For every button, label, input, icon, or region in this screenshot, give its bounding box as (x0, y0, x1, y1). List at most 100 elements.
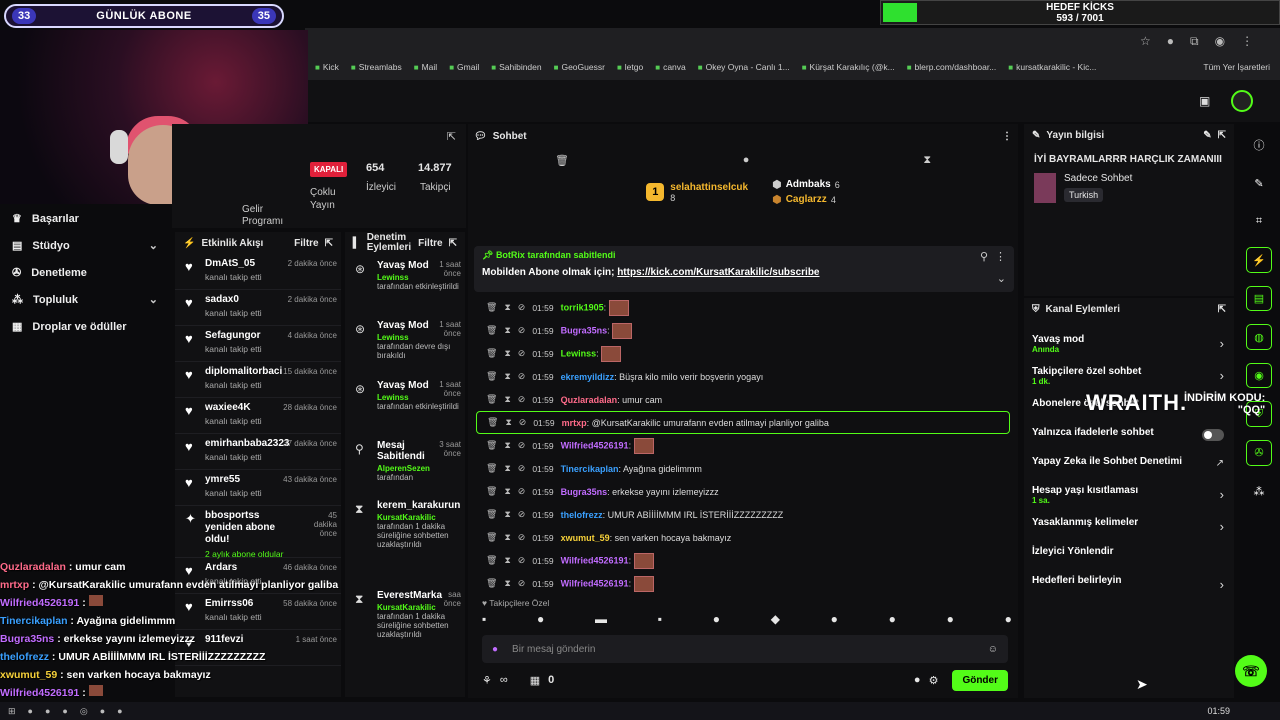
chat-message[interactable]: 🗑︎ ⧗ ⊘ 01:59 thelofrezz: UMUR ABİİİİMMM IRL … (468, 503, 1018, 526)
chat-message[interactable]: 🗑︎ ⧗ ⊘ 01:59 ekremyildizz: Büşra kilo milo v… (468, 365, 1018, 388)
mod-action-row[interactable]: ⧗ EverestMarka KursatKarakilic tarafından 1… (345, 584, 465, 674)
channel-action-row[interactable]: Takipçilere özel sohbet 1 dk. › (1024, 360, 1234, 392)
ban-icon[interactable]: ⊘ (518, 325, 526, 336)
delete-icon[interactable]: 🗑︎ (486, 325, 497, 336)
bookmark-item[interactable]: blerp.com/dashboar... (907, 62, 997, 72)
activity-row[interactable]: ♥ DmAtS_05 kanalı takip etti 2 dakika önce (175, 254, 341, 290)
timeout-icon[interactable]: ⧗ (504, 371, 510, 382)
bookmark-item[interactable]: canva (655, 62, 686, 72)
channel-action-row[interactable]: Hedefleri belirleyin › (1024, 569, 1234, 598)
pin-icon[interactable]: ⚲ (980, 250, 988, 263)
menu-icon[interactable]: ⋮ (1241, 34, 1253, 49)
chat-bubble-icon[interactable]: ● (743, 154, 750, 166)
mod-action-row[interactable]: ⚲ Mesaj Sabitlendi AlperenSezen tarafından 3… (345, 434, 465, 494)
ban-icon[interactable]: ⊘ (518, 509, 526, 520)
timeout-icon[interactable]: ⧗ (504, 325, 510, 336)
emote-icon[interactable]: ● (1005, 612, 1012, 626)
chevron-right-icon[interactable]: › (1220, 519, 1224, 534)
ban-icon[interactable]: ⊘ (518, 578, 526, 589)
nav-item-1[interactable]: ▤ Stüdyo ⌄ (0, 232, 172, 259)
mod-action-row[interactable]: ⊛ Yavaş Mod Lewinss tarafından etkinleştiri… (345, 374, 465, 434)
mod-action-row[interactable]: ⧗ kerem_karakurun KursatKarakilic tarafında… (345, 494, 465, 584)
gift-icon[interactable]: ⚘ (482, 674, 492, 687)
ban-icon[interactable]: ⊘ (519, 417, 527, 428)
delete-icon[interactable]: 🗑︎ (486, 578, 497, 589)
emoji-icon[interactable]: ☺ (988, 644, 998, 655)
ban-icon[interactable]: ⊘ (518, 394, 526, 405)
message-username[interactable]: xwumut_59 (561, 533, 610, 543)
delete-icon[interactable]: 🗑︎ (487, 417, 498, 428)
popout-icon[interactable]: ⇱ (449, 238, 457, 249)
chat-message[interactable]: 🗑︎ ⧗ ⊘ 01:59 Lewinss: (468, 342, 1018, 365)
multistream-label[interactable]: Çoklu Yayın (310, 186, 346, 212)
bookmark-item[interactable]: kursatkarakilic - Kic... (1008, 62, 1096, 72)
timeout-icon[interactable]: ⧗ (504, 463, 510, 474)
message-username[interactable]: Bugra35ns (561, 325, 608, 335)
activity-row[interactable]: ♥ sadax0 kanalı takip etti 2 dakika önce (175, 290, 341, 326)
chat-settings-icon[interactable]: ● (914, 674, 921, 686)
popout-icon[interactable]: ⇱ (1218, 130, 1226, 141)
delete-icon[interactable]: 🗑︎ (486, 509, 497, 520)
activity-row[interactable]: ✦ bbosportss yeniden abone oldu! 2 aylık a… (175, 506, 341, 559)
popout-icon[interactable]: ⇱ (447, 130, 456, 143)
app-icon[interactable]: ● (117, 706, 122, 716)
emote-only-toggle[interactable] (1202, 429, 1224, 441)
timeout-icon[interactable]: ⧗ (504, 555, 510, 566)
leaderboard-entry[interactable]: ⬢ Caglarzz 4 (772, 193, 840, 206)
extension-icon[interactable]: ● (1167, 34, 1174, 49)
broadcast-icon[interactable]: ◉ (1246, 362, 1272, 389)
puzzle-icon[interactable]: ⧉ (1190, 34, 1199, 49)
activity-row[interactable]: ♥ Sefagungor kanalı takip etti 4 dakika önc… (175, 326, 341, 362)
bookmark-item[interactable]: Kick (315, 62, 339, 72)
help-button[interactable]: ☏ (1235, 655, 1267, 687)
focus-icon[interactable]: ⌗ (1246, 209, 1272, 234)
channel-action-row[interactable]: Yavaş mod Anında › (1024, 328, 1234, 360)
ban-icon[interactable]: ⊘ (518, 486, 526, 497)
app-icon[interactable]: ● (62, 706, 67, 716)
message-username[interactable]: Wilfried4526191 (561, 578, 629, 588)
channel-action-row[interactable]: Yalnızca ifadelerle sohbet (1024, 421, 1234, 450)
delete-icon[interactable]: 🗑︎ (486, 555, 497, 566)
app-icon[interactable]: ● (100, 706, 105, 716)
delete-icon[interactable]: 🗑︎ (486, 486, 497, 497)
activity-row[interactable]: ♥ emirhanbaba2323 kanalı takip etti 37 daki… (175, 434, 341, 470)
delete-icon[interactable]: 🗑︎ (486, 394, 497, 405)
emote-icon[interactable]: ● (889, 612, 896, 626)
windows-icon[interactable]: ⊞ (8, 706, 16, 717)
bookmark-item[interactable]: Sahibinden (491, 62, 542, 72)
ban-icon[interactable]: ⊘ (518, 463, 526, 474)
bookmark-item[interactable]: GeoGuessr (554, 62, 604, 72)
leaderboard-entry[interactable]: ⬢ Admbaks 6 (772, 178, 840, 191)
leaderboard-first[interactable]: 1 selahattinselcuk 8 (646, 182, 748, 203)
nav-item-0[interactable]: ♛ Başarılar (0, 205, 172, 232)
timeout-icon[interactable]: ⧗ (505, 417, 511, 428)
chevron-right-icon[interactable]: › (1220, 487, 1224, 502)
channel-action-row[interactable]: Hesap yaşı kısıtlaması 1 sa. › (1024, 479, 1234, 511)
emote-icon[interactable]: ▪ (482, 612, 486, 626)
app-icon[interactable]: ● (45, 706, 50, 716)
screen-icon[interactable]: ▣ (1199, 94, 1210, 108)
chevron-down-icon[interactable]: ⌄ (149, 293, 158, 306)
pinned-menu-icon[interactable]: ⋮ (995, 250, 1006, 263)
popout-icon[interactable]: ⇱ (325, 238, 333, 249)
income-program-label[interactable]: Gelir Programı (242, 204, 290, 228)
channel-action-row[interactable]: İzleyici Yönlendir (1024, 540, 1234, 569)
app-icon[interactable]: ● (28, 706, 33, 716)
bookmark-item[interactable]: letgo (617, 62, 643, 72)
bolt-icon[interactable]: ⚡ (1246, 247, 1272, 273)
timeout-icon[interactable]: ⧗ (504, 532, 510, 543)
chat-message[interactable]: 🗑︎ ⧗ ⊘ 01:59 Wilfried4526191: (468, 434, 1018, 457)
timeout-icon[interactable]: ⧗ (504, 578, 510, 589)
edit-icon[interactable]: ✎ (1203, 130, 1211, 141)
chevron-right-icon[interactable]: › (1220, 336, 1224, 351)
chrome-icon[interactable]: ◎ (80, 706, 88, 717)
channel-action-row[interactable]: Yapay Zeka ile Sohbet Denetimi ↗ (1024, 450, 1234, 479)
nav-item-3[interactable]: ⁂ Topluluk ⌄ (0, 286, 172, 313)
channel-action-row[interactable]: Yasaklanmış kelimeler › (1024, 511, 1234, 540)
chat-message[interactable]: 🗑︎ ⧗ ⊘ 01:59 Quzlaradalan: umur cam (468, 388, 1018, 411)
popout-icon[interactable]: ⇱ (1218, 304, 1226, 315)
hourglass-icon[interactable]: ⧗ (923, 154, 931, 167)
ban-icon[interactable]: ⊘ (518, 371, 526, 382)
ban-icon[interactable]: ⊘ (518, 555, 526, 566)
message-username[interactable]: Quzlaradalan (561, 395, 618, 405)
